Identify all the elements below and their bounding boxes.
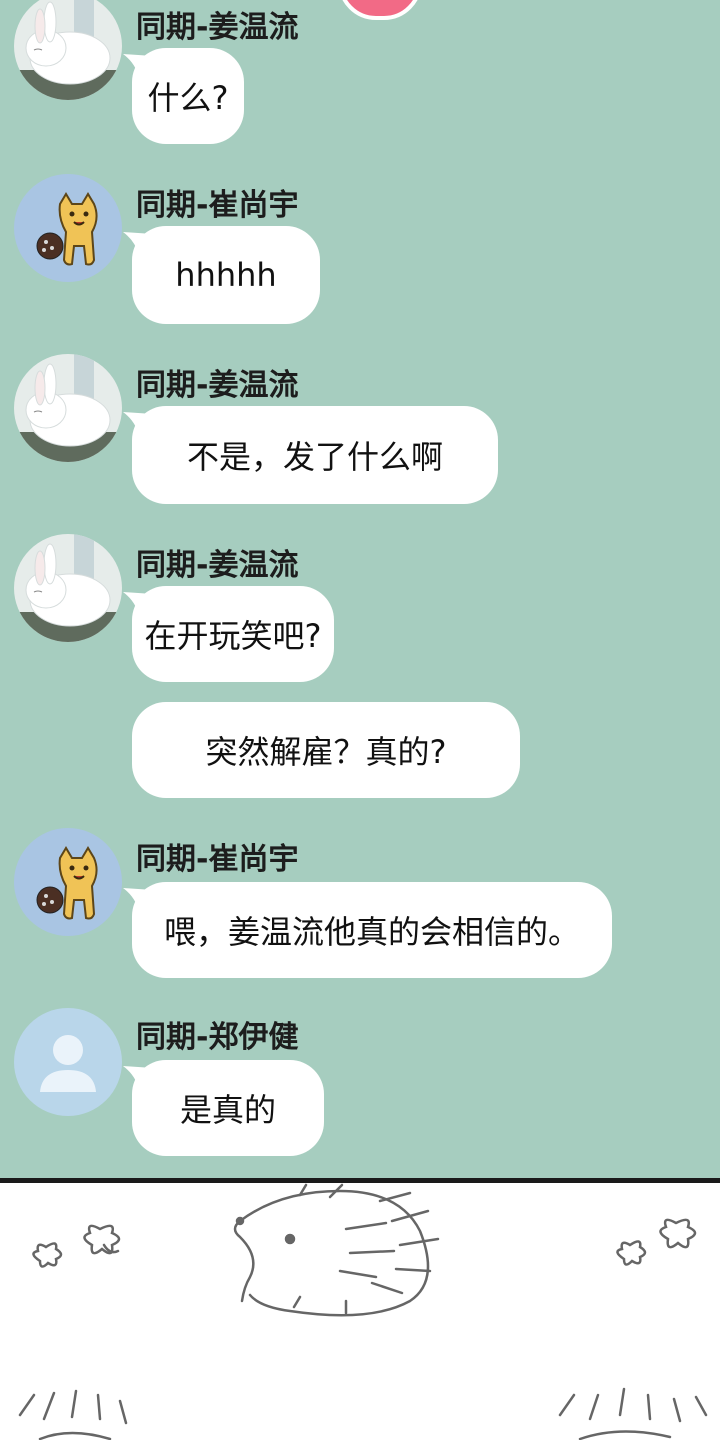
message-bubble[interactable]: 喂，姜温流他真的会相信的。 bbox=[123, 882, 612, 978]
bubble-tail-icon bbox=[123, 232, 153, 262]
message-text: 什么? bbox=[147, 79, 229, 117]
message-text: 喂，姜温流他真的会相信的。 bbox=[163, 913, 580, 951]
message-text: 突然解雇？真的? bbox=[205, 733, 447, 771]
message-bubble[interactable]: 在开玩笑吧? bbox=[123, 586, 334, 682]
message-bubble[interactable]: 不是，发了什么啊 bbox=[123, 406, 498, 504]
default-user-avatar[interactable] bbox=[14, 1008, 122, 1116]
rabbit-avatar[interactable] bbox=[14, 0, 122, 100]
rabbit-avatar[interactable] bbox=[14, 534, 122, 642]
cat-avatar[interactable] bbox=[14, 174, 122, 282]
message-bubble[interactable]: 突然解雇？真的? bbox=[132, 702, 520, 798]
sender-name: 同期-郑伊健 bbox=[136, 1020, 299, 1055]
bubble-tail-icon bbox=[123, 412, 153, 442]
message-text: 不是，发了什么啊 bbox=[186, 438, 443, 476]
sender-name: 同期-崔尚宇 bbox=[136, 842, 299, 877]
rabbit-avatar[interactable] bbox=[14, 354, 122, 462]
partial-pink-element bbox=[338, 0, 422, 20]
message-bubble[interactable]: hhhhh bbox=[123, 226, 320, 324]
bubble-tail-icon bbox=[123, 888, 153, 918]
sender-name: 同期-姜温流 bbox=[136, 368, 299, 403]
message-bubble[interactable]: 是真的 bbox=[123, 1060, 324, 1156]
sender-name: 同期-崔尚宇 bbox=[136, 188, 299, 223]
bubble-tail-icon bbox=[123, 1066, 153, 1096]
comic-panel: 同期-姜温流 什么? 同期-崔尚宇 hhhhh 同期-姜温流 不是，发了什么啊 … bbox=[0, 0, 720, 1440]
sender-name: 同期-姜温流 bbox=[136, 10, 299, 45]
chat-area[interactable]: 同期-姜温流 什么? 同期-崔尚宇 hhhhh 同期-姜温流 不是，发了什么啊 … bbox=[0, 0, 720, 1180]
decorative-panel bbox=[0, 1183, 720, 1440]
message-text: 是真的 bbox=[179, 1091, 276, 1129]
sender-name: 同期-姜温流 bbox=[136, 548, 299, 583]
message-text: 在开玩笑吧? bbox=[144, 617, 322, 655]
message-bubble[interactable]: 什么? bbox=[123, 48, 244, 144]
cat-avatar[interactable] bbox=[14, 828, 122, 936]
message-text: hhhhh bbox=[175, 256, 277, 294]
hedgehog-drawing bbox=[18, 1183, 708, 1440]
